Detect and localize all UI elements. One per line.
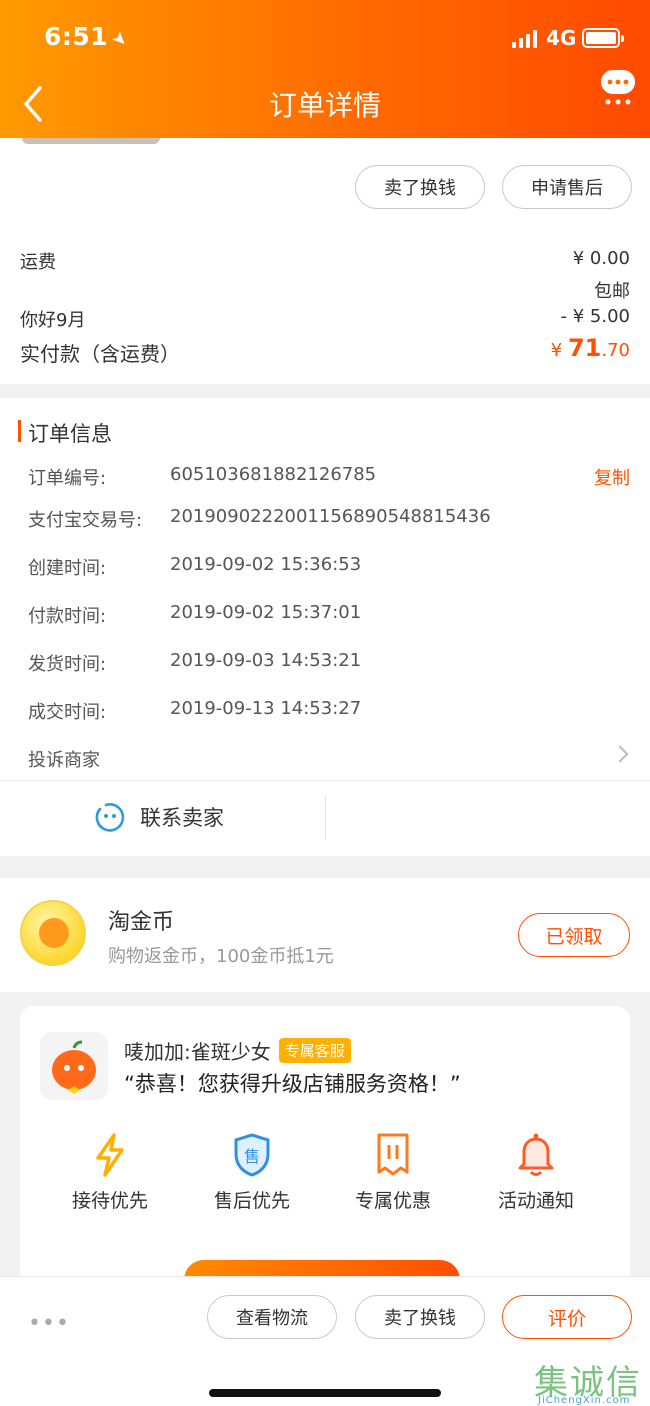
order-number-value: 605103681882126785 — [170, 464, 377, 485]
service-badge: 专属客服 — [278, 1038, 351, 1063]
order-number-label: 订单编号: — [28, 468, 107, 489]
order-info-title: 订单信息 — [28, 422, 112, 446]
paid-label: 实付款（含运费） — [20, 342, 180, 366]
order-detail-page: 6:51➤ 4G 订单详情 卖了换钱 申请售后 运费 ¥ 0.00 包邮 你好9… — [0, 0, 650, 1406]
perk-label: 售后优先 — [213, 1190, 290, 1212]
divider — [0, 780, 650, 781]
section-accent-bar — [18, 420, 21, 442]
contact-seller-button[interactable]: 联系卖家 — [94, 801, 224, 833]
smile-chat-icon — [95, 803, 125, 832]
after-sales-button[interactable]: 申请售后 — [502, 165, 632, 209]
shop-avatar — [40, 1032, 108, 1100]
paid-time-label: 付款时间: — [28, 606, 107, 627]
battery-icon — [582, 28, 624, 48]
shop-service-card: 唛加加:雀斑少女 专属客服 “恭喜！您获得升级店铺服务资格！” 接待优先 售 售… — [20, 1006, 630, 1306]
paid-amount: ¥ 71.70 — [550, 334, 630, 362]
page-title: 订单详情 — [268, 89, 381, 122]
created-time-value: 2019-09-02 15:36:53 — [170, 554, 362, 575]
bottom-action-bar: ••• 查看物流 卖了换钱 评价 集诚信 JiChengXin.com — [0, 1276, 650, 1406]
shield-icon: 售 — [234, 1133, 270, 1177]
shipping-note: 包邮 — [594, 281, 630, 302]
chevron-right-icon — [611, 745, 629, 763]
perk-label: 专属优惠 — [354, 1190, 431, 1212]
perk-notifications[interactable]: 活动通知 — [476, 1132, 596, 1213]
signal-icon — [512, 30, 537, 48]
congrats-message: “恭喜！您获得升级店铺服务资格！” — [124, 1072, 461, 1096]
coins-claimed-button[interactable]: 已领取 — [518, 913, 630, 957]
coupon-icon — [377, 1133, 409, 1176]
chat-more-icon[interactable] — [598, 68, 638, 108]
shipping-value: ¥ 0.00 — [572, 248, 630, 269]
perk-discount[interactable]: 专属优惠 — [333, 1132, 453, 1213]
watermark-url: JiChengXin.com — [538, 1395, 631, 1406]
more-icon[interactable]: ••• — [28, 1311, 70, 1336]
shop-name: 唛加加:雀斑少女 专属客服 — [124, 1036, 351, 1065]
price-section: 卖了换钱 申请售后 运费 ¥ 0.00 包邮 你好9月 - ¥ 5.00 实付款… — [0, 138, 650, 384]
copy-button[interactable]: 复制 — [594, 464, 630, 490]
coins-subtitle: 购物返金币，100金币抵1元 — [108, 946, 334, 967]
paid-time-value: 2019-09-02 15:37:01 — [170, 602, 362, 623]
review-button[interactable]: 评价 — [502, 1295, 632, 1339]
sell-button-bottom[interactable]: 卖了换钱 — [355, 1295, 485, 1339]
shop-name-text: 唛加加:雀斑少女 — [124, 1040, 271, 1064]
product-thumbnail — [22, 138, 160, 144]
created-time-label: 创建时间: — [28, 558, 107, 579]
location-arrow-icon: ➤ — [107, 26, 133, 53]
discount-label: 你好9月 — [20, 310, 86, 331]
discount-value: - ¥ 5.00 — [560, 306, 630, 327]
perk-after-sales[interactable]: 售 售后优先 — [192, 1132, 312, 1213]
bell-icon — [518, 1133, 554, 1176]
gold-coin-icon — [20, 900, 86, 966]
deal-time-value: 2019-09-13 14:53:27 — [170, 698, 362, 719]
svg-text:售: 售 — [244, 1147, 260, 1166]
status-time: 6:51➤ — [44, 22, 133, 53]
watermark-logo: 集诚信 JiChengXin.com — [534, 1355, 650, 1406]
sell-button[interactable]: 卖了换钱 — [355, 165, 485, 209]
contact-seller-label: 联系卖家 — [140, 806, 224, 830]
coins-title: 淘金币 — [108, 910, 175, 935]
perk-label: 活动通知 — [497, 1190, 574, 1212]
coins-section: 淘金币 购物返金币，100金币抵1元 已领取 — [0, 878, 650, 992]
home-indicator — [209, 1389, 441, 1397]
alipay-trade-value: 2019090222001156890548815436 — [170, 506, 491, 527]
shipped-time-value: 2019-09-03 14:53:21 — [170, 650, 362, 671]
view-logistics-button[interactable]: 查看物流 — [207, 1295, 337, 1339]
divider-vertical — [325, 796, 326, 840]
alipay-trade-label: 支付宝交易号: — [28, 510, 143, 531]
shipped-time-label: 发货时间: — [28, 654, 107, 675]
complaint-link[interactable]: 投诉商家 — [28, 746, 100, 772]
deal-time-label: 成交时间: — [28, 702, 107, 723]
order-info-section: 订单信息 订单编号: 605103681882126785 复制 支付宝交易号:… — [0, 398, 650, 856]
header-bar: 6:51➤ 4G 订单详情 — [0, 0, 650, 138]
lightning-icon — [96, 1133, 124, 1177]
perk-reception[interactable]: 接待优先 — [50, 1132, 170, 1213]
perk-label: 接待优先 — [71, 1190, 148, 1212]
network-type: 4G — [546, 26, 577, 50]
shipping-label: 运费 — [20, 252, 56, 273]
